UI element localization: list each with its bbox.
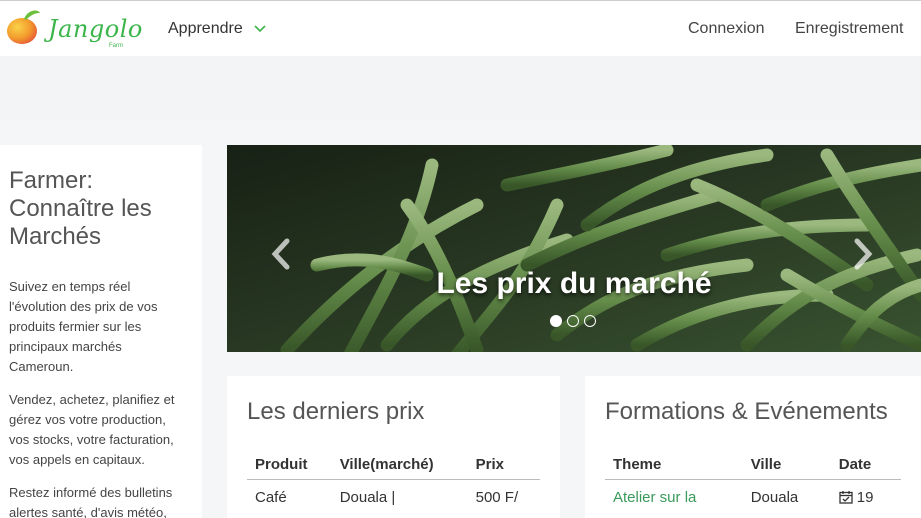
sidebar-title: Farmer: Connaître les Marchés	[9, 167, 152, 250]
chevron-right-icon[interactable]	[851, 237, 875, 271]
event-date: 19	[856, 489, 874, 506]
nav-learn-label: Apprendre	[168, 20, 243, 37]
column-header: Prix	[467, 452, 540, 480]
column-header: Theme	[605, 452, 743, 480]
logo[interactable]: Jangolo Farm	[6, 5, 142, 53]
carousel-dot[interactable]	[567, 315, 579, 327]
carousel-dot[interactable]	[584, 315, 596, 327]
table-cell: Douala |	[339, 489, 396, 506]
prices-title: Les derniers prix	[247, 398, 425, 425]
chevron-down-icon	[254, 25, 266, 33]
column-header: Ville(marché)	[331, 452, 468, 480]
event-date-cell: 19	[831, 480, 901, 516]
table-cell: Douala	[750, 489, 799, 506]
column-header: Date	[830, 452, 901, 480]
sidebar-paragraph: Restez informé des bulletins alertes san…	[9, 485, 173, 518]
prices-table: Produit Ville(marché) Prix Café Douala |…	[247, 452, 540, 515]
login-link[interactable]: Connexion	[688, 20, 765, 38]
sidebar-paragraph: Vendez, achetez, planifiez et gérez vos …	[9, 392, 175, 467]
top-navbar: Jangolo Farm Apprendre Connexion Enregis…	[0, 0, 921, 56]
event-theme-link[interactable]: Atelier sur la	[605, 480, 743, 516]
sidebar-paragraph: Suivez en temps réel l'évolution des pri…	[9, 279, 158, 374]
table-cell: Café	[255, 489, 287, 506]
carousel-indicators	[550, 315, 596, 327]
table-row: Atelier sur la Douala 19	[605, 480, 901, 516]
events-card: Formations & Evénements Theme Ville Date…	[585, 376, 921, 518]
intro-sidebar: Farmer: Connaître les Marchés Suivez en …	[0, 145, 202, 518]
table-cell: 500 F/	[475, 489, 519, 506]
column-header: Produit	[247, 452, 332, 480]
banner-band	[0, 56, 921, 120]
logo-text: Jangolo	[48, 15, 143, 43]
register-link[interactable]: Enregistrement	[795, 20, 904, 38]
table-row: Café Douala | 500 F/	[247, 480, 540, 516]
carousel-caption: Les prix du marché	[436, 267, 712, 300]
latest-prices-card: Les derniers prix Produit Ville(marché) …	[227, 376, 560, 518]
column-header: Ville	[742, 452, 831, 480]
events-title: Formations & Evénements	[605, 398, 888, 425]
calendar-check-icon	[839, 491, 853, 504]
mango-logo-icon	[7, 10, 40, 44]
nav-learn-dropdown[interactable]: Apprendre	[168, 20, 267, 38]
carousel-dot[interactable]	[550, 315, 562, 327]
events-table: Theme Ville Date Atelier sur la Douala 1…	[605, 452, 901, 515]
chevron-left-icon[interactable]	[269, 237, 293, 271]
logo-subtext: Farm	[109, 43, 123, 49]
market-carousel[interactable]: Les prix du marché	[227, 145, 921, 352]
